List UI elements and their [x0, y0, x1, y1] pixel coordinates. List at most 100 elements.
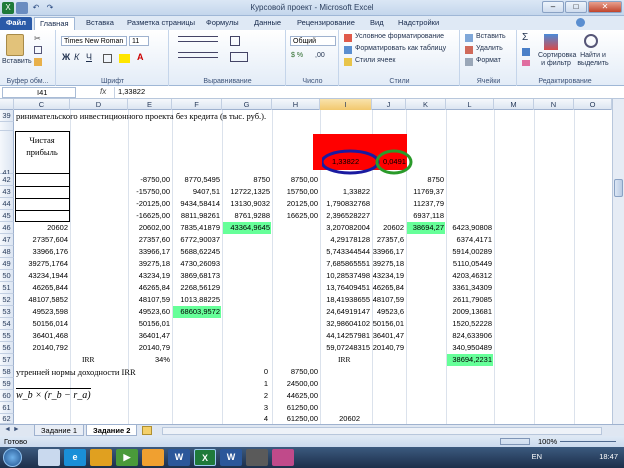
- sheet-tab-1[interactable]: Задание 1: [34, 425, 85, 436]
- cell-value[interactable]: 44,14257981: [320, 330, 370, 342]
- cell-value[interactable]: 39275,1764: [14, 258, 68, 270]
- minimize-button[interactable]: –: [542, 1, 564, 13]
- cut-icon[interactable]: ✂: [34, 34, 42, 43]
- cell-value[interactable]: 27357,60: [128, 234, 170, 246]
- cell-value[interactable]: 46265,844: [14, 282, 68, 294]
- cell-value[interactable]: 18,41938655: [320, 294, 370, 306]
- cell-value[interactable]: 7,685865551: [320, 258, 370, 270]
- paste-icon[interactable]: [6, 34, 24, 56]
- cell-value[interactable]: 2: [222, 390, 268, 402]
- sort-filter-icon[interactable]: [544, 34, 558, 50]
- row-header[interactable]: 41: [0, 131, 14, 177]
- fill-icon[interactable]: [522, 48, 530, 56]
- column-header-g[interactable]: G: [222, 99, 272, 110]
- clear-icon[interactable]: [522, 60, 530, 66]
- row-header[interactable]: 59: [0, 378, 14, 390]
- row-header[interactable]: 53: [0, 306, 14, 318]
- cell-value[interactable]: 43364,9645: [222, 222, 270, 234]
- cell-value[interactable]: 2611,79085: [446, 294, 492, 306]
- cell-value[interactable]: 48107,59: [128, 294, 170, 306]
- firefox-icon[interactable]: [142, 449, 164, 466]
- tab-home[interactable]: Главная: [34, 17, 75, 30]
- worksheet-grid[interactable]: 39 41 42 43 44 45 46 47 48 49 50 51 52 5…: [0, 110, 612, 424]
- cell-value[interactable]: 4: [222, 413, 268, 424]
- cell-value[interactable]: 13,76409451: [320, 282, 370, 294]
- cell-value[interactable]: -8750,00: [128, 174, 170, 186]
- tab-view[interactable]: Вид: [370, 17, 384, 30]
- cell-value[interactable]: 2,396528227: [320, 210, 370, 222]
- format-painter-icon[interactable]: [34, 58, 42, 66]
- cell-value[interactable]: 7835,41879: [172, 222, 220, 234]
- cell-value[interactable]: 36401,47: [372, 330, 404, 342]
- column-header-o[interactable]: O: [574, 99, 612, 110]
- cell-value[interactable]: 6423,90808: [446, 222, 492, 234]
- column-header-e[interactable]: E: [128, 99, 172, 110]
- cell-value[interactable]: 43234,19: [128, 270, 170, 282]
- vertical-scrollbar[interactable]: [612, 99, 624, 424]
- cell-value[interactable]: 39275,18: [128, 258, 170, 270]
- cell-value[interactable]: 12722,1325: [222, 186, 270, 198]
- row-header[interactable]: 54: [0, 318, 14, 330]
- cell-value[interactable]: 38694,27: [406, 222, 444, 234]
- insert-function-icon[interactable]: fx: [100, 87, 106, 96]
- cell-value[interactable]: 24,64919147: [320, 306, 370, 318]
- find-select-button[interactable]: Найти и выделить: [576, 52, 610, 68]
- cell-value[interactable]: 50156,014: [14, 318, 68, 330]
- format-table-button[interactable]: Форматировать как таблицу: [355, 45, 446, 52]
- find-icon[interactable]: [584, 34, 598, 48]
- cell-value[interactable]: 3,207082004: [320, 222, 370, 234]
- bold-icon[interactable]: Ж: [62, 52, 70, 62]
- cell-label[interactable]: IRR: [338, 354, 351, 366]
- column-header-i[interactable]: I: [320, 99, 372, 110]
- cell-value[interactable]: 39275,18: [372, 258, 404, 270]
- cell-value[interactable]: 5688,62245: [172, 246, 220, 258]
- view-layout-icon[interactable]: [500, 438, 530, 445]
- cell-value[interactable]: 824,633906: [446, 330, 492, 342]
- cell-value[interactable]: 1520,52228: [446, 318, 492, 330]
- cell-value[interactable]: 27357,604: [14, 234, 68, 246]
- row-header[interactable]: 39: [0, 110, 14, 122]
- cell-label[interactable]: IRR: [82, 354, 95, 366]
- app-icon[interactable]: [272, 449, 294, 466]
- number-format-select[interactable]: Общий: [290, 36, 336, 46]
- cell-value[interactable]: 34%: [128, 354, 170, 366]
- cell-value[interactable]: 61250,00: [272, 413, 318, 424]
- cell-value[interactable]: 13130,9032: [222, 198, 270, 210]
- column-header-n[interactable]: N: [534, 99, 574, 110]
- tab-addins[interactable]: Надстройки: [398, 17, 439, 30]
- language-indicator[interactable]: EN: [532, 452, 542, 461]
- cell-value[interactable]: 5914,00289: [446, 246, 492, 258]
- cell-value[interactable]: 33966,17: [128, 246, 170, 258]
- cell-value[interactable]: 11769,37: [406, 186, 444, 198]
- cell-value[interactable]: 8750,00: [272, 174, 318, 186]
- insert-cells-button[interactable]: Вставить: [476, 33, 506, 40]
- cell-value[interactable]: 50156,01: [128, 318, 170, 330]
- cell-value[interactable]: 20602: [372, 222, 404, 234]
- start-button[interactable]: [3, 448, 22, 467]
- cell-text[interactable]: ринимательского инвестиционного проекта …: [16, 110, 266, 122]
- row-header[interactable]: 60: [0, 390, 14, 402]
- cell-value[interactable]: 48107,59: [372, 294, 404, 306]
- clock[interactable]: 18:47: [599, 452, 618, 461]
- cell-text[interactable]: утренней нормы доходности IRR: [16, 366, 136, 378]
- tab-review[interactable]: Рецензирование: [297, 17, 355, 30]
- font-color-icon[interactable]: A: [137, 52, 144, 62]
- row-header[interactable]: 62: [0, 414, 14, 424]
- cell-value[interactable]: -15750,00: [128, 186, 170, 198]
- cell-value[interactable]: 49523,598: [14, 306, 68, 318]
- cell-value[interactable]: 43234,19: [372, 270, 404, 282]
- column-header-c[interactable]: C: [14, 99, 70, 110]
- media-icon[interactable]: ▶: [116, 449, 138, 466]
- currency-icon[interactable]: $ %: [291, 52, 303, 59]
- cell-value[interactable]: 59,07248315: [320, 342, 370, 354]
- cell-value[interactable]: 68603,9572: [172, 306, 220, 318]
- cell-value[interactable]: 20602: [14, 222, 68, 234]
- cell-value[interactable]: 33966,176: [14, 246, 68, 258]
- cell-value[interactable]: 8750: [406, 174, 444, 186]
- excel-icon[interactable]: X: [194, 449, 216, 466]
- cell-value[interactable]: 3869,68173: [172, 270, 220, 282]
- cell-value[interactable]: 2009,13681: [446, 306, 492, 318]
- paste-button[interactable]: Вставить: [2, 58, 32, 65]
- cell-value[interactable]: 11237,79: [406, 198, 444, 210]
- select-all[interactable]: [0, 99, 14, 110]
